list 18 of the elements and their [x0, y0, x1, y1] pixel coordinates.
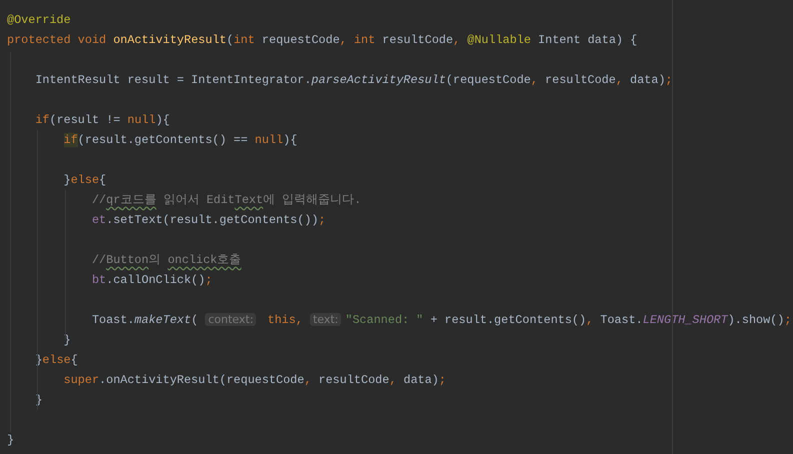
code-line: if(result != null){ — [35, 113, 170, 127]
code-line: super.onActivityResult(requestCode, resultCode, data); — [64, 373, 446, 387]
parameter-hint: context: — [205, 313, 256, 326]
parameter-hint: text: — [310, 313, 342, 326]
code-line: //qr코드를 읽어서 EditText에 입력해줍니다. — [92, 193, 362, 207]
code-fragment: this, — [266, 313, 304, 327]
code-line: bt.callOnClick(); — [92, 273, 212, 287]
code-line: protected void onActivityResult(int requestCode, int resultCode, @Nullable Intent data) { — [7, 33, 638, 47]
code-line: if(result.getContents() == null){ — [64, 133, 298, 147]
code-fragment: "Scanned: " + result.getContents(), Toast.LENGTH_SHORT).show(); — [345, 313, 792, 327]
code-line: }else{ — [64, 173, 106, 187]
code-line: @Override — [7, 13, 71, 27]
code-line: } — [7, 433, 14, 447]
code-line: et.setText(result.getContents()); — [92, 213, 326, 227]
code-line: } — [64, 333, 71, 347]
code-line: //Button의 onclick호출 — [92, 253, 242, 267]
code-fragment: Toast.makeText( — [92, 313, 200, 327]
code-line: IntentResult result = IntentIntegrator.parseActivityResult(requestCode, resultCode, data); — [35, 73, 673, 87]
